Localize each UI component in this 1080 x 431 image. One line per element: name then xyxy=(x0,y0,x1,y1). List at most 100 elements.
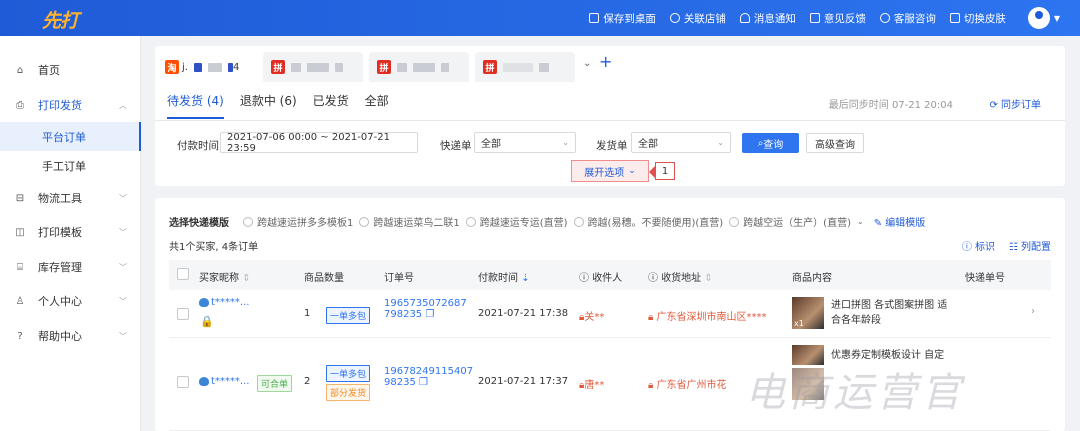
col-buyer[interactable]: 买家昵称 ⇕ xyxy=(199,269,251,284)
col-address[interactable]: ⓘ 收货地址 ⇕ xyxy=(648,269,713,284)
address[interactable]: 🔒︎ 广东省广州市花 xyxy=(648,376,727,391)
sort-desc-icon: ⇣ xyxy=(521,273,530,284)
mark-button[interactable]: ⓘ 标识 xyxy=(962,238,995,253)
receiver[interactable]: 🔒︎关** xyxy=(579,308,604,323)
tab-refunding[interactable]: 退款中 (6) xyxy=(240,92,297,119)
shop-name: j. xyxy=(182,61,188,73)
pay-time: 2021-07-21 17:37 xyxy=(478,376,569,387)
sync-orders-button[interactable]: ⟳ 同步订单 xyxy=(989,96,1041,111)
template-title: 选择快递模版 xyxy=(169,218,229,229)
feedback-icon xyxy=(809,13,820,23)
query-button[interactable]: ⌕ 查询 xyxy=(742,133,799,153)
col-product: 商品内容 xyxy=(792,273,832,284)
sidebar-item-logistics[interactable]: ⊟ 物流工具 ﹀ xyxy=(0,181,141,215)
notifications-label: 消息通知 xyxy=(753,12,796,25)
col-pay-time[interactable]: 付款时间 ⇣ xyxy=(478,269,530,284)
template-option[interactable]: 跨越速运菜鸟二联1 xyxy=(373,214,459,229)
row-checkbox[interactable] xyxy=(177,376,189,388)
blurred-shop-name xyxy=(193,62,202,72)
sidebar-subitem-manual-orders[interactable]: 手工订单 xyxy=(0,151,141,180)
buyer-nick[interactable]: t*****... xyxy=(199,376,249,387)
link-icon xyxy=(669,13,680,23)
quantity: 1 xyxy=(304,308,311,319)
copy-icon[interactable]: ❐ xyxy=(425,309,434,320)
sidebar-subitem-platform-orders[interactable]: 平台订单 xyxy=(0,122,141,151)
receiver[interactable]: 🔒︎唐** xyxy=(579,376,604,391)
mark-label: 标识 xyxy=(975,242,995,253)
lock-icon: 🔒︎ xyxy=(648,312,657,323)
sidebar-item-profile[interactable]: ♙ 个人中心 ﹀ xyxy=(0,284,141,318)
taobao-badge-icon: 淘 xyxy=(165,60,179,74)
template-radio[interactable] xyxy=(573,216,584,227)
ship-slip-select[interactable]: 全部 ⌄ xyxy=(631,132,731,153)
template-option[interactable]: 跨越(易穗。不要随便用)(直营) xyxy=(588,214,724,229)
shop-tab[interactable]: 淘 j. 4 xyxy=(157,52,257,82)
express-select[interactable]: 全部 ⌄ xyxy=(474,132,576,153)
template-option[interactable]: 跨越速运专运(直营) xyxy=(480,214,568,229)
table-row[interactable]: t*****... 🔒 1 一单多包 1965735072687 798235 ❐… xyxy=(169,290,1051,338)
address[interactable]: 🔒︎ 广东省深圳市南山区**** xyxy=(648,308,767,323)
shop-tab[interactable]: 拼 xyxy=(369,52,469,82)
column-config-button[interactable]: ☷ 列配置 xyxy=(1009,238,1051,253)
receiver-text: 唐** xyxy=(584,380,605,391)
order-number[interactable]: 19678249115407 98235 ❐ xyxy=(384,366,473,388)
template-radio[interactable] xyxy=(359,216,370,227)
chevron-down-icon: ﹀ xyxy=(119,296,127,306)
select-all-checkbox[interactable] xyxy=(177,268,189,280)
template-option[interactable]: 跨越速运拼多多模板1 xyxy=(257,214,353,229)
order-count: 共1个买家, 4条订单 xyxy=(169,242,259,253)
support-link[interactable]: 客服咨询 xyxy=(879,11,936,26)
edit-template-button[interactable]: ✎ 编辑模版 xyxy=(874,214,926,229)
pay-time-range-value: 2021-07-06 00:00 ~ 2021-07-21 23:59 xyxy=(227,131,390,154)
ship-slip-select-value: 全部 xyxy=(638,139,658,150)
chevron-down-icon[interactable]: ▼ xyxy=(1054,14,1060,23)
chevron-down-icon[interactable]: ⌄ xyxy=(583,58,591,69)
avatar[interactable] xyxy=(1027,7,1050,29)
add-shop-button[interactable]: + xyxy=(599,52,612,71)
advanced-query-button[interactable]: 高级查询 xyxy=(806,133,864,153)
chevron-right-icon[interactable]: › xyxy=(1031,306,1035,317)
save-desktop-link[interactable]: 保存到桌面 xyxy=(589,11,656,26)
feedback-link[interactable]: 意见反馈 xyxy=(809,11,866,26)
template-option[interactable]: 跨越空运（生产）(直营) xyxy=(743,214,851,229)
tab-all[interactable]: 全部 xyxy=(365,92,389,119)
sidebar-subitem-label: 手工订单 xyxy=(42,159,86,173)
row-checkbox[interactable] xyxy=(177,308,189,320)
sidebar-item-label: 库存管理 xyxy=(38,261,82,274)
blurred-shop-name xyxy=(291,62,301,72)
app-logo[interactable]: 先打 xyxy=(42,6,79,33)
sidebar-subitem-label: 平台订单 xyxy=(42,130,86,144)
shop-tabs: 淘 j. 4 拼 拼 拼 xyxy=(157,52,581,82)
shop-tab[interactable]: 拼 xyxy=(475,52,575,82)
buyer-nick[interactable]: t*****... xyxy=(199,297,249,308)
template-radio[interactable] xyxy=(729,216,740,227)
notifications-link[interactable]: 消息通知 xyxy=(739,11,796,26)
pay-time-range-input[interactable]: 2021-07-06 00:00 ~ 2021-07-21 23:59 xyxy=(220,131,418,154)
buyer-nick-text: t*****... xyxy=(211,297,250,308)
order-filter-panel: 淘 j. 4 拼 拼 拼 ⌄ + 待发货 (4) 退款中 (6) 已发货 全部 … xyxy=(155,46,1065,186)
sidebar-item-inventory[interactable]: ⌸ 库存管理 ﹀ xyxy=(0,250,141,284)
sidebar-item-help[interactable]: ? 帮助中心 ﹀ xyxy=(0,319,141,353)
chevron-down-icon[interactable]: ⌄ xyxy=(857,217,864,226)
switch-skin-link[interactable]: 切换皮肤 xyxy=(949,11,1006,26)
product-thumbnail[interactable]: x1 xyxy=(792,297,824,329)
sidebar-item-home[interactable]: ⌂ 首页 xyxy=(0,53,141,87)
truck-icon: ⊟ xyxy=(15,192,25,204)
blurred-shop-name xyxy=(397,62,407,72)
buyer-avatar-icon xyxy=(199,297,209,307)
order-number[interactable]: 1965735072687 798235 ❐ xyxy=(384,298,467,320)
tab-shipped[interactable]: 已发货 xyxy=(313,92,349,119)
sidebar-item-print-ship[interactable]: ⎙ 打印发货 ︿ xyxy=(0,88,141,122)
link-shop-link[interactable]: 关联店铺 xyxy=(669,11,726,26)
blurred-shop-name xyxy=(335,62,343,72)
lock-icon: 🔒 xyxy=(200,315,214,328)
template-radio[interactable] xyxy=(243,216,253,227)
template-radio[interactable] xyxy=(465,216,476,227)
tab-pending[interactable]: 待发货 (4) xyxy=(167,92,224,119)
expand-options-button[interactable]: 展开选项 ⌄ xyxy=(571,160,649,182)
copy-icon[interactable]: ❐ xyxy=(419,377,428,388)
blurred-shop-name xyxy=(307,62,329,72)
sidebar-item-label: 个人中心 xyxy=(38,295,82,308)
shop-tab[interactable]: 拼 xyxy=(263,52,363,82)
sidebar-item-templates[interactable]: ◫ 打印模板 ﹀ xyxy=(0,215,141,249)
